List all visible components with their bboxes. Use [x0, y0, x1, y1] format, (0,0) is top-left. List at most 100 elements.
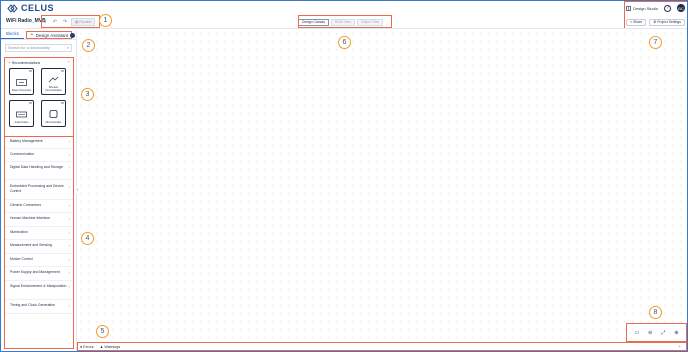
project-name: WiFi Radio_MVB	[6, 18, 46, 24]
search-input[interactable]: Search for a functionality ⌕	[5, 44, 72, 52]
category-embedded-processing[interactable]: Embedded Processing and Device Control ›	[5, 180, 73, 200]
category-label: Communication	[10, 152, 35, 156]
share-icon: <	[630, 20, 633, 24]
search-placeholder: Search for a functionality	[8, 46, 50, 50]
category-hmi[interactable]: Human Machine Interface ›	[5, 213, 73, 227]
card-label: Audio Output	[14, 121, 29, 124]
tab-design-assistant[interactable]: ✶ Design Assistant	[25, 31, 73, 39]
avatar[interactable]: BC	[677, 4, 685, 12]
routine-label: Routine	[79, 20, 92, 24]
warnings-toggle[interactable]: ▲ Warnings	[100, 345, 121, 349]
card-power-conversion[interactable]: 3H Power Conversion	[9, 68, 34, 95]
warning-icon: ▲	[99, 345, 104, 349]
card-audio-output[interactable]: 3H Audio Output	[9, 100, 34, 127]
category-signal-enhancement[interactable]: Signal Enhancement & Manipulation ›	[5, 281, 73, 300]
sidebar-tabs: Blocks ✶ Design Assistant	[1, 30, 77, 40]
power-conversion-icon	[16, 78, 27, 86]
chevron-up-icon: ⌃	[67, 61, 70, 65]
callout-1: 1	[99, 14, 112, 27]
collapse-sidebar-handle[interactable]: ‹	[75, 186, 80, 194]
home-icon[interactable]: ⌂	[41, 18, 49, 26]
warnings-label: Warnings	[104, 345, 121, 349]
share-button[interactable]: < Share	[626, 18, 647, 26]
grid-icon	[626, 5, 631, 11]
chevron-right-icon: ›	[68, 230, 70, 235]
project-actions: < Share ⚙ Project Settings	[626, 17, 685, 27]
brand-name: CELUS	[21, 3, 55, 13]
category-measurement[interactable]: Measurement and Sensing ›	[5, 240, 73, 254]
design-studio-switch[interactable]: Design Studio	[626, 6, 658, 11]
celus-logo: CELUS	[7, 3, 54, 13]
tab-design-canvas[interactable]: Design Canvas	[298, 18, 329, 26]
redo-icon[interactable]: ↷	[61, 18, 69, 26]
category-power-supply[interactable]: Power Supply and Management ›	[5, 267, 73, 281]
card-badge: 3H	[28, 102, 32, 105]
top-bar: CELUS Design Studio ? BC	[1, 1, 687, 15]
app-window: CELUS Design Studio ? BC WiFi Radio_MVB …	[0, 0, 688, 352]
chevron-right-icon: ›	[68, 270, 70, 275]
cursor-pointer	[70, 33, 75, 38]
zoom-in-icon[interactable]: ⊕	[674, 330, 678, 336]
callout-8: 8	[649, 306, 662, 319]
design-studio-label: Design Studio	[633, 5, 658, 11]
category-label: Generic Connectors	[10, 203, 42, 207]
chevron-right-icon: ›	[68, 184, 70, 189]
expand-panel-icon[interactable]: ⌃	[678, 345, 681, 350]
chevron-right-icon: ›	[68, 139, 70, 144]
canvas-controls: ▭ ⊖ ⤢ ⊕	[626, 323, 687, 342]
card-microcontroller[interactable]: 3H Microcontroller	[41, 100, 66, 127]
celus-logo-icon	[7, 3, 18, 13]
category-illumination[interactable]: Illumination ›	[5, 227, 73, 240]
recommendation-cards: 3H Power Conversion 3H Wireless Communic…	[9, 68, 71, 127]
status-bar: ● Errors ▲ Warnings ⌃	[77, 342, 687, 351]
antenna-icon	[48, 75, 59, 83]
header-right: Design Studio ? BC	[626, 1, 685, 15]
chevron-right-icon: ›	[68, 216, 70, 221]
edit-toolbar: ⌂ ↶ ↷ ▦ Routine	[41, 17, 100, 27]
zoom-out-icon[interactable]: ⊖	[648, 330, 652, 336]
errors-toggle[interactable]: ● Errors	[80, 345, 94, 349]
tab-bom-view[interactable]: BOM View	[331, 18, 355, 26]
category-communication[interactable]: Communication ›	[5, 149, 73, 162]
chevron-right-icon: ›	[68, 203, 70, 208]
category-label: Signal Enhancement & Manipulation	[10, 284, 67, 288]
category-timing[interactable]: Timing and Clock Generation ›	[5, 300, 73, 314]
gear-icon: ⚙	[653, 20, 657, 24]
folder-icon[interactable]: ▭	[634, 330, 639, 336]
category-digital-data[interactable]: Digital Data Handling and Storage ›	[5, 162, 73, 180]
category-label: Embedded Processing and Device Control	[10, 184, 64, 193]
recommendations-title: ✶ Recommendations	[8, 61, 41, 65]
design-canvas[interactable]	[77, 30, 687, 343]
audio-output-icon	[16, 110, 27, 118]
card-label: Power Conversion	[11, 89, 32, 92]
sidebar: Blocks ✶ Design Assistant Search for a f…	[1, 30, 77, 351]
category-label: Measurement and Sensing	[10, 243, 52, 247]
tab-output-files[interactable]: Output Files	[356, 18, 384, 26]
callout-5: 5	[96, 325, 109, 338]
help-icon[interactable]: ?	[664, 4, 671, 12]
share-label: Share	[633, 20, 643, 24]
category-label: Battery Management	[10, 139, 43, 143]
category-motion-control[interactable]: Motion Control ›	[5, 254, 73, 267]
chevron-right-icon: ›	[68, 243, 70, 248]
category-label: Motion Control	[10, 257, 33, 261]
project-settings-label: Project Settings	[657, 20, 681, 24]
fit-screen-icon[interactable]: ⤢	[661, 330, 665, 336]
routine-button[interactable]: ▦ Routine	[71, 18, 96, 26]
project-settings-button[interactable]: ⚙ Project Settings	[649, 18, 685, 26]
category-label: Timing and Clock Generation	[10, 303, 56, 307]
undo-icon[interactable]: ↶	[51, 18, 59, 26]
category-generic-connectors[interactable]: Generic Connectors ›	[5, 200, 73, 213]
category-label: Human Machine Interface	[10, 216, 51, 220]
chevron-right-icon: ›	[68, 257, 70, 262]
routine-icon: ▦	[75, 20, 79, 24]
callout-7: 7	[649, 36, 662, 49]
chevron-right-icon: ›	[68, 303, 70, 308]
recommendations-header[interactable]: ✶ Recommendations ⌃	[5, 58, 73, 65]
card-wireless-communication[interactable]: 3H Wireless Communication	[41, 68, 66, 95]
tab-blocks[interactable]: Blocks	[1, 30, 24, 39]
errors-label: Errors	[83, 345, 94, 349]
chevron-right-icon: ›	[68, 152, 70, 157]
category-battery-management[interactable]: Battery Management ›	[5, 137, 73, 149]
callout-2: 2	[82, 39, 95, 52]
